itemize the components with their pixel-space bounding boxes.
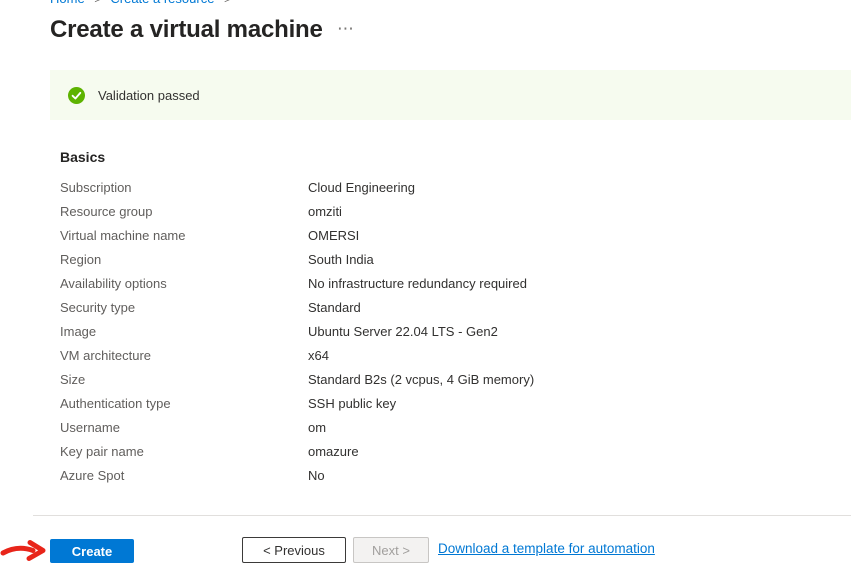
footer-divider — [33, 515, 851, 516]
row-value: Standard B2s (2 vcpus, 4 GiB memory) — [308, 368, 534, 392]
row-value: Ubuntu Server 22.04 LTS - Gen2 — [308, 320, 498, 344]
breadcrumb-link-home[interactable]: Home — [50, 0, 85, 6]
row-value: x64 — [308, 344, 329, 368]
row-value: omziti — [308, 200, 342, 224]
breadcrumb-link-create-a-resource[interactable]: Create a resource — [110, 0, 214, 6]
summary-row-azure-spot: Azure Spot No — [60, 464, 831, 488]
row-value: South India — [308, 248, 374, 272]
breadcrumb: Home > Create a resource > — [50, 0, 450, 7]
row-value: OMERSI — [308, 224, 359, 248]
summary-row-resource-group: Resource group omziti — [60, 200, 831, 224]
row-label: Region — [60, 248, 308, 272]
row-value: Cloud Engineering — [308, 176, 415, 200]
previous-button[interactable]: < Previous — [242, 537, 346, 563]
row-label: Image — [60, 320, 308, 344]
row-value: No — [308, 464, 325, 488]
row-value: No infrastructure redundancy required — [308, 272, 527, 296]
row-label: Key pair name — [60, 440, 308, 464]
validation-message: Validation passed — [98, 88, 200, 103]
next-button[interactable]: Next > — [353, 537, 429, 563]
create-button[interactable]: Create — [50, 539, 134, 563]
row-label: Authentication type — [60, 392, 308, 416]
more-actions-icon[interactable]: ⋯ — [337, 19, 355, 39]
section-title-basics: Basics — [60, 149, 105, 165]
basics-summary-table: Subscription Cloud Engineering Resource … — [60, 176, 831, 488]
summary-row-authentication-type: Authentication type SSH public key — [60, 392, 831, 416]
row-label: Virtual machine name — [60, 224, 308, 248]
summary-row-region: Region South India — [60, 248, 831, 272]
red-arrow-annotation — [0, 537, 50, 565]
row-label: VM architecture — [60, 344, 308, 368]
row-label: Username — [60, 416, 308, 440]
summary-row-image: Image Ubuntu Server 22.04 LTS - Gen2 — [60, 320, 831, 344]
summary-row-vm-architecture: VM architecture x64 — [60, 344, 831, 368]
check-circle-icon — [68, 87, 85, 104]
summary-row-availability-options: Availability options No infrastructure r… — [60, 272, 831, 296]
row-label: Azure Spot — [60, 464, 308, 488]
row-label: Resource group — [60, 200, 308, 224]
row-label: Security type — [60, 296, 308, 320]
summary-row-username: Username om — [60, 416, 831, 440]
row-value: omazure — [308, 440, 359, 464]
row-value: SSH public key — [308, 392, 396, 416]
row-value: om — [308, 416, 326, 440]
row-label: Subscription — [60, 176, 308, 200]
summary-row-key-pair-name: Key pair name omazure — [60, 440, 831, 464]
validation-banner: Validation passed — [50, 70, 851, 120]
page-title: Create a virtual machine — [50, 16, 323, 44]
breadcrumb-separator: > — [94, 0, 100, 6]
summary-row-vm-name: Virtual machine name OMERSI — [60, 224, 831, 248]
download-template-link[interactable]: Download a template for automation — [438, 541, 655, 556]
row-label: Size — [60, 368, 308, 392]
breadcrumb-separator: > — [224, 0, 230, 6]
row-value: Standard — [308, 296, 361, 320]
create-vm-review-page: Home > Create a resource > Create a virt… — [0, 0, 851, 569]
summary-row-subscription: Subscription Cloud Engineering — [60, 176, 831, 200]
row-label: Availability options — [60, 272, 308, 296]
summary-row-size: Size Standard B2s (2 vcpus, 4 GiB memory… — [60, 368, 831, 392]
summary-row-security-type: Security type Standard — [60, 296, 831, 320]
